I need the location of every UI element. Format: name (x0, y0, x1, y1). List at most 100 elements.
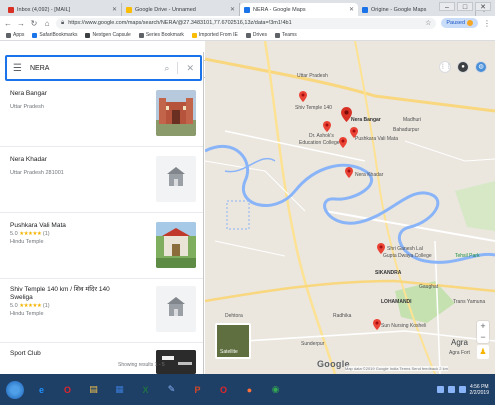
map-pin-icon[interactable] (299, 91, 307, 102)
close-tab-icon[interactable]: ✕ (230, 6, 235, 13)
bookmark-item[interactable]: Apps (6, 32, 24, 38)
list-item[interactable]: Pushkara Vali Mata 5.0 ★★★★★ (1) Hindu T… (10, 222, 196, 268)
menu-kebab-icon[interactable]: ⋮ (483, 19, 491, 28)
chrome-icon[interactable]: ◉ (267, 381, 284, 398)
list-item[interactable]: Shiv Temple 140 km / शिव मंदिर 140 Sweli… (10, 286, 196, 332)
profile-label: Paused (446, 20, 465, 26)
result-name[interactable]: Pushkara Vali Mata (10, 222, 130, 230)
close-tab-icon[interactable]: ✕ (349, 6, 354, 13)
profile-button[interactable]: Paused (441, 18, 478, 28)
opera-icon[interactable]: O (59, 381, 76, 398)
forward-icon[interactable]: → (17, 19, 25, 28)
bookmark-icon (85, 32, 91, 38)
map-canvas[interactable]: Uttar Pradesh Shiv Temple 140 Nera Banga… (205, 41, 495, 374)
rating-stars: ★★★★★ (19, 231, 42, 237)
map-label: Dehtora (225, 313, 243, 319)
bookmark-icon (32, 32, 38, 38)
map-pin-icon[interactable] (345, 167, 353, 178)
account-avatar[interactable]: ● (457, 61, 469, 73)
zoom-out-button[interactable]: − (477, 332, 489, 343)
map-pin-icon[interactable] (339, 137, 347, 148)
result-name[interactable]: Nera Bangar (10, 90, 130, 98)
list-item[interactable]: Sport Club (10, 350, 196, 374)
placeholder-photo[interactable] (156, 286, 196, 332)
bookmark-item[interactable]: Teams (275, 32, 297, 38)
minimize-button[interactable]: – (439, 2, 455, 11)
hamburger-menu-icon[interactable]: ☰ (13, 63, 22, 74)
results-panel: Nera Bangar Uttar Pradesh Nera Khadar Ut… (0, 52, 204, 374)
map-label: SIKANDRA (375, 270, 402, 276)
bookmark-item[interactable]: SafariBookmarks (32, 32, 77, 38)
clear-search-icon[interactable]: ✕ (186, 63, 194, 74)
url-text[interactable]: https://www.google.com/maps/search/NERA/… (68, 20, 421, 26)
window-controls: – □ ✕ (439, 2, 491, 11)
park-area (455, 181, 495, 231)
omnibox[interactable]: 🔒︎ https://www.google.com/maps/search/NE… (56, 17, 437, 29)
rating-stars: ★★★★★ (19, 303, 42, 309)
bookmark-icon (275, 32, 280, 38)
bookmark-label: Series Bookmark (145, 32, 184, 38)
apps-grid-icon[interactable]: ⋮⋮ (439, 61, 452, 73)
list-item[interactable]: Nera Bangar Uttar Pradesh (10, 90, 196, 136)
firefox-icon[interactable]: ● (241, 381, 258, 398)
paint-icon[interactable]: ✎ (163, 381, 180, 398)
map-pin-icon[interactable] (350, 127, 358, 138)
bookmark-item[interactable]: Imported From IE (191, 32, 238, 38)
bookmark-label: Teams (282, 32, 297, 38)
map-label: Gupta Dwaya College (383, 253, 432, 259)
tab-strip: Inbox (4,092) - [MAIL] ✕ Google Drive - … (0, 0, 495, 16)
tab-drive[interactable]: Google Drive - Unnamed ✕ (122, 3, 240, 16)
result-name[interactable]: Sport Club (10, 350, 130, 358)
results-count: Showing results 1 - 5 (118, 362, 165, 368)
store-icon[interactable]: ▦ (111, 381, 128, 398)
clock[interactable]: 4:56 PM 2/2/2019 (470, 384, 489, 396)
tab-gmail[interactable]: Inbox (4,092) - [MAIL] ✕ (4, 3, 122, 16)
excel-icon[interactable]: X (137, 381, 154, 398)
explorer-icon[interactable]: ▤ (85, 381, 102, 398)
start-button[interactable] (6, 380, 24, 399)
result-name[interactable]: Nera Khadar (10, 156, 130, 164)
result-address: Uttar Pradesh 281001 (10, 170, 64, 176)
volume-icon[interactable] (447, 386, 455, 393)
maps-search-box[interactable]: ☰ NERA ⌕ ✕ (5, 55, 202, 81)
bookmark-item[interactable]: Nextgen Capsule (85, 32, 131, 38)
selected-map-pin-icon[interactable] (341, 107, 352, 122)
map-pin-icon[interactable] (373, 319, 381, 330)
pegman-icon[interactable]: ♟ (477, 345, 489, 359)
tab-nera-maps[interactable]: NERA - Google Maps ✕ (240, 3, 358, 16)
bookmark-label: Imported From IE (198, 32, 238, 38)
list-item[interactable]: Nera Khadar Uttar Pradesh 281001 (10, 156, 196, 202)
maps-favicon-icon (362, 6, 368, 13)
battery-icon[interactable] (458, 386, 466, 393)
map-label: Nera Bangar (351, 117, 381, 123)
opera2-icon[interactable]: O (215, 381, 232, 398)
close-window-button[interactable]: ✕ (475, 2, 491, 11)
system-tray: 4:56 PM 2/2/2019 (436, 384, 489, 396)
back-icon[interactable]: ← (4, 19, 12, 28)
home-icon[interactable]: ⌂ (43, 19, 51, 28)
search-input[interactable]: NERA (30, 65, 156, 72)
rating-row: 5.0 ★★★★★ (1) (10, 302, 130, 310)
bookmark-item[interactable]: Drives (245, 32, 267, 38)
ie-icon[interactable]: e (33, 381, 50, 398)
search-icon[interactable]: ⌕ (164, 63, 169, 74)
result-name[interactable]: Shiv Temple 140 km / शिव मंदिर 140 Sweli… (10, 286, 130, 302)
map-pin-icon[interactable] (377, 243, 385, 254)
bookmark-item[interactable]: Series Bookmark (138, 32, 184, 38)
map-label: Sun Nursing Kosheli (381, 323, 427, 329)
ppt-icon[interactable]: P (189, 381, 206, 398)
maximize-button[interactable]: □ (457, 2, 473, 11)
globe-icon[interactable]: ◍ (475, 61, 487, 73)
temple-photo[interactable] (156, 222, 196, 268)
bookmark-star-icon[interactable]: ☆ (425, 19, 431, 27)
placeholder-photo[interactable] (156, 156, 196, 202)
zoom-in-button[interactable]: + (477, 321, 489, 332)
satellite-toggle[interactable]: Satellite (215, 323, 251, 359)
search-divider (177, 62, 179, 74)
close-tab-icon[interactable]: ✕ (112, 6, 117, 13)
network-icon[interactable] (436, 386, 444, 393)
map-label: Education College (299, 140, 340, 146)
reload-icon[interactable]: ↻ (30, 19, 38, 28)
fort-photo[interactable] (156, 90, 196, 136)
map-pin-icon[interactable] (323, 121, 331, 132)
